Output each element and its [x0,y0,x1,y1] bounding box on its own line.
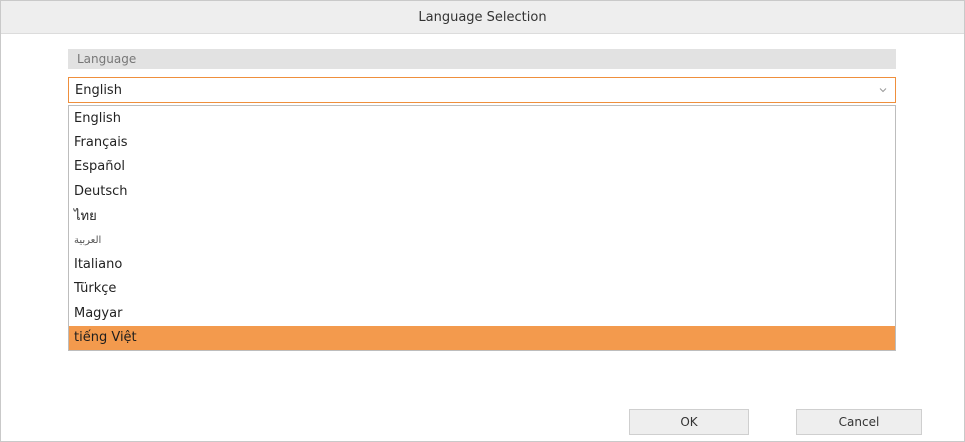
language-option-german[interactable]: Deutsch [69,179,895,203]
option-label: English [74,110,121,126]
language-section-label: Language [77,52,137,66]
language-option-arabic[interactable]: العربية [69,228,895,252]
language-option-thai[interactable]: ไทย [69,204,895,228]
language-option-spanish[interactable]: Español [69,155,895,179]
language-option-vietnamese[interactable]: tiếng Việt [69,325,895,350]
language-select-value: English [75,82,122,98]
chevron-down-icon[interactable] [878,85,888,95]
dialog-title: Language Selection [418,9,547,25]
language-option-english[interactable]: English [69,106,895,130]
option-label: العربية [74,234,102,246]
option-label: Español [74,159,126,175]
language-section-header: Language [68,49,896,69]
language-selection-dialog: Language Selection Language English Engl… [0,0,965,442]
ok-button-label: OK [680,415,698,429]
ok-button[interactable]: OK [629,409,749,435]
language-option-hungarian[interactable]: Magyar [69,301,895,325]
option-label: Français [74,135,128,151]
option-label: ไทย [74,209,97,225]
cancel-button[interactable]: Cancel [796,409,922,435]
option-label: Magyar [74,305,123,321]
option-label: tiếng Việt [74,330,137,346]
option-label: Türkçe [74,281,117,297]
language-select[interactable]: English [68,77,896,103]
language-dropdown-list: English Français Español Deutsch ไทย الع… [68,105,896,351]
dialog-title-bar: Language Selection [1,1,964,34]
language-option-italian[interactable]: Italiano [69,252,895,276]
option-label: Deutsch [74,183,128,199]
option-label: Italiano [74,257,123,273]
cancel-button-label: Cancel [838,415,880,429]
language-option-turkish[interactable]: Türkçe [69,277,895,301]
language-option-french[interactable]: Français [69,130,895,154]
